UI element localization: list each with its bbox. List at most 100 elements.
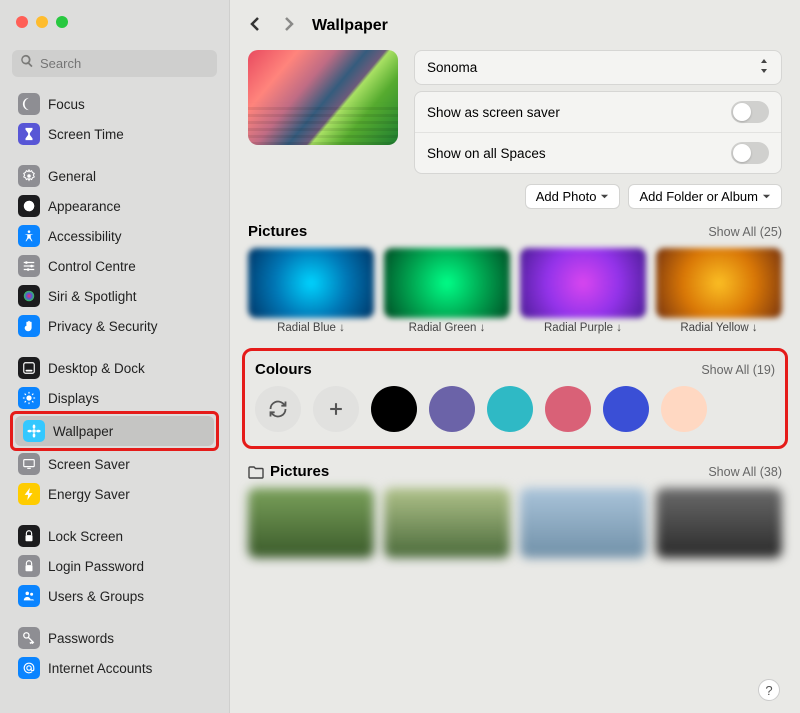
wallpaper-card[interactable]: Radial Green ↓	[384, 248, 510, 334]
sidebar-item-appearance[interactable]: Appearance	[10, 191, 219, 221]
colour-swatch[interactable]	[545, 386, 591, 432]
all-spaces-toggle[interactable]	[731, 142, 769, 164]
auto-colour-button[interactable]	[255, 386, 301, 432]
chevron-down-icon	[600, 192, 609, 201]
colour-swatch[interactable]	[603, 386, 649, 432]
wallpaper-thumb	[384, 248, 510, 318]
page-title: Wallpaper	[312, 17, 388, 35]
photo-thumb[interactable]	[520, 488, 646, 558]
photo-thumb[interactable]	[384, 488, 510, 558]
sidebar-item-label: General	[48, 169, 96, 184]
show-all-link[interactable]: Show All (38)	[708, 465, 782, 479]
toggle-group: Show as screen saver Show on all Spaces	[414, 91, 782, 174]
wallpaper-settings: Sonoma Show as screen saver Show on all …	[248, 50, 782, 174]
minimize-window-button[interactable]	[36, 16, 48, 28]
sidebar-item-wallpaper[interactable]: Wallpaper	[15, 416, 214, 446]
dropdown-value: Sonoma	[427, 60, 477, 75]
sidebar-item-label: Focus	[48, 97, 85, 112]
section-title: Pictures	[248, 463, 329, 480]
refresh-icon	[268, 399, 288, 419]
sliders-icon	[18, 255, 40, 277]
updown-icon	[759, 59, 769, 76]
header: Wallpaper	[248, 16, 782, 36]
colour-swatch[interactable]	[371, 386, 417, 432]
wallpaper-name-dropdown[interactable]: Sonoma	[414, 50, 782, 85]
button-label: Add Folder or Album	[639, 189, 758, 204]
wallpaper-card[interactable]: Radial Purple ↓	[520, 248, 646, 334]
appearance-icon	[18, 195, 40, 217]
sidebar-item-internet-accounts[interactable]: Internet Accounts	[10, 653, 219, 683]
sidebar-item-accessibility[interactable]: Accessibility	[10, 221, 219, 251]
flower-icon	[23, 420, 45, 442]
sidebar-item-label: Control Centre	[48, 259, 136, 274]
sidebar-item-control-centre[interactable]: Control Centre	[10, 251, 219, 281]
help-button[interactable]: ?	[758, 679, 780, 701]
sidebar-item-users-groups[interactable]: Users & Groups	[10, 581, 219, 611]
back-button[interactable]	[248, 16, 268, 36]
window-controls	[16, 16, 68, 28]
search-field[interactable]	[12, 50, 217, 77]
sidebar-nav: Focus Screen Time General Appearance Accessi…	[0, 85, 229, 713]
sidebar-item-label: Internet Accounts	[48, 661, 152, 676]
gear-icon	[18, 165, 40, 187]
sidebar-item-focus[interactable]: Focus	[10, 89, 219, 119]
add-folder-button[interactable]: Add Folder or Album	[628, 184, 782, 209]
screen-saver-toggle[interactable]	[731, 101, 769, 123]
screensaver-icon	[18, 453, 40, 475]
sidebar-item-label: Wallpaper	[53, 424, 113, 439]
photo-thumb[interactable]	[656, 488, 782, 558]
sidebar-item-login-password[interactable]: Login Password	[10, 551, 219, 581]
hourglass-icon	[18, 123, 40, 145]
toggle-label: Show on all Spaces	[427, 146, 546, 161]
users-icon	[18, 585, 40, 607]
section-title-text: Pictures	[270, 463, 329, 480]
sidebar-item-privacy-security[interactable]: Privacy & Security	[10, 311, 219, 341]
colour-swatch[interactable]	[661, 386, 707, 432]
sidebar-item-label: Users & Groups	[48, 589, 144, 604]
sidebar-item-general[interactable]: General	[10, 161, 219, 191]
toggle-label: Show as screen saver	[427, 105, 560, 120]
hand-icon	[18, 315, 40, 337]
forward-button[interactable]	[280, 16, 300, 36]
sidebar-item-label: Energy Saver	[48, 487, 130, 502]
fullscreen-window-button[interactable]	[56, 16, 68, 28]
wallpaper-label: Radial Blue ↓	[277, 322, 345, 334]
show-all-link[interactable]: Show All (25)	[708, 225, 782, 239]
wallpaper-thumb	[248, 248, 374, 318]
lock-icon	[18, 525, 40, 547]
action-row: Add Photo Add Folder or Album	[248, 184, 782, 209]
add-photo-button[interactable]: Add Photo	[525, 184, 621, 209]
sidebar-item-passwords[interactable]: Passwords	[10, 623, 219, 653]
wallpaper-card[interactable]: Radial Blue ↓	[248, 248, 374, 334]
wallpaper-label: Radial Yellow ↓	[680, 322, 757, 334]
sidebar-item-siri-spotlight[interactable]: Siri & Spotlight	[10, 281, 219, 311]
pictures-section: Pictures Show All (25) Radial Blue ↓ Rad…	[248, 223, 782, 334]
colour-swatch[interactable]	[487, 386, 533, 432]
sidebar-item-lock-screen[interactable]: Lock Screen	[10, 521, 219, 551]
sidebar-item-label: Lock Screen	[48, 529, 123, 544]
colour-swatch[interactable]	[429, 386, 475, 432]
sidebar-item-label: Siri & Spotlight	[48, 289, 137, 304]
wallpaper-card[interactable]: Radial Yellow ↓	[656, 248, 782, 334]
key-icon	[18, 627, 40, 649]
add-colour-button[interactable]	[313, 386, 359, 432]
sidebar-item-desktop-dock[interactable]: Desktop & Dock	[10, 353, 219, 383]
siri-icon	[18, 285, 40, 307]
search-input[interactable]	[40, 56, 216, 71]
sidebar-item-label: Appearance	[48, 199, 121, 214]
section-title: Colours	[255, 361, 312, 378]
sidebar-item-screen-time[interactable]: Screen Time	[10, 119, 219, 149]
wallpaper-label: Radial Green ↓	[409, 322, 486, 334]
sidebar-item-displays[interactable]: Displays	[10, 383, 219, 413]
at-icon	[18, 657, 40, 679]
sidebar-item-screen-saver[interactable]: Screen Saver	[10, 449, 219, 479]
show-all-link[interactable]: Show All (19)	[701, 363, 775, 377]
moon-icon	[18, 93, 40, 115]
wallpaper-label: Radial Purple ↓	[544, 322, 622, 334]
lockkey-icon	[18, 555, 40, 577]
wallpaper-preview[interactable]	[248, 50, 398, 145]
photo-thumb[interactable]	[248, 488, 374, 558]
sidebar-item-energy-saver[interactable]: Energy Saver	[10, 479, 219, 509]
close-window-button[interactable]	[16, 16, 28, 28]
search-icon	[20, 54, 34, 73]
